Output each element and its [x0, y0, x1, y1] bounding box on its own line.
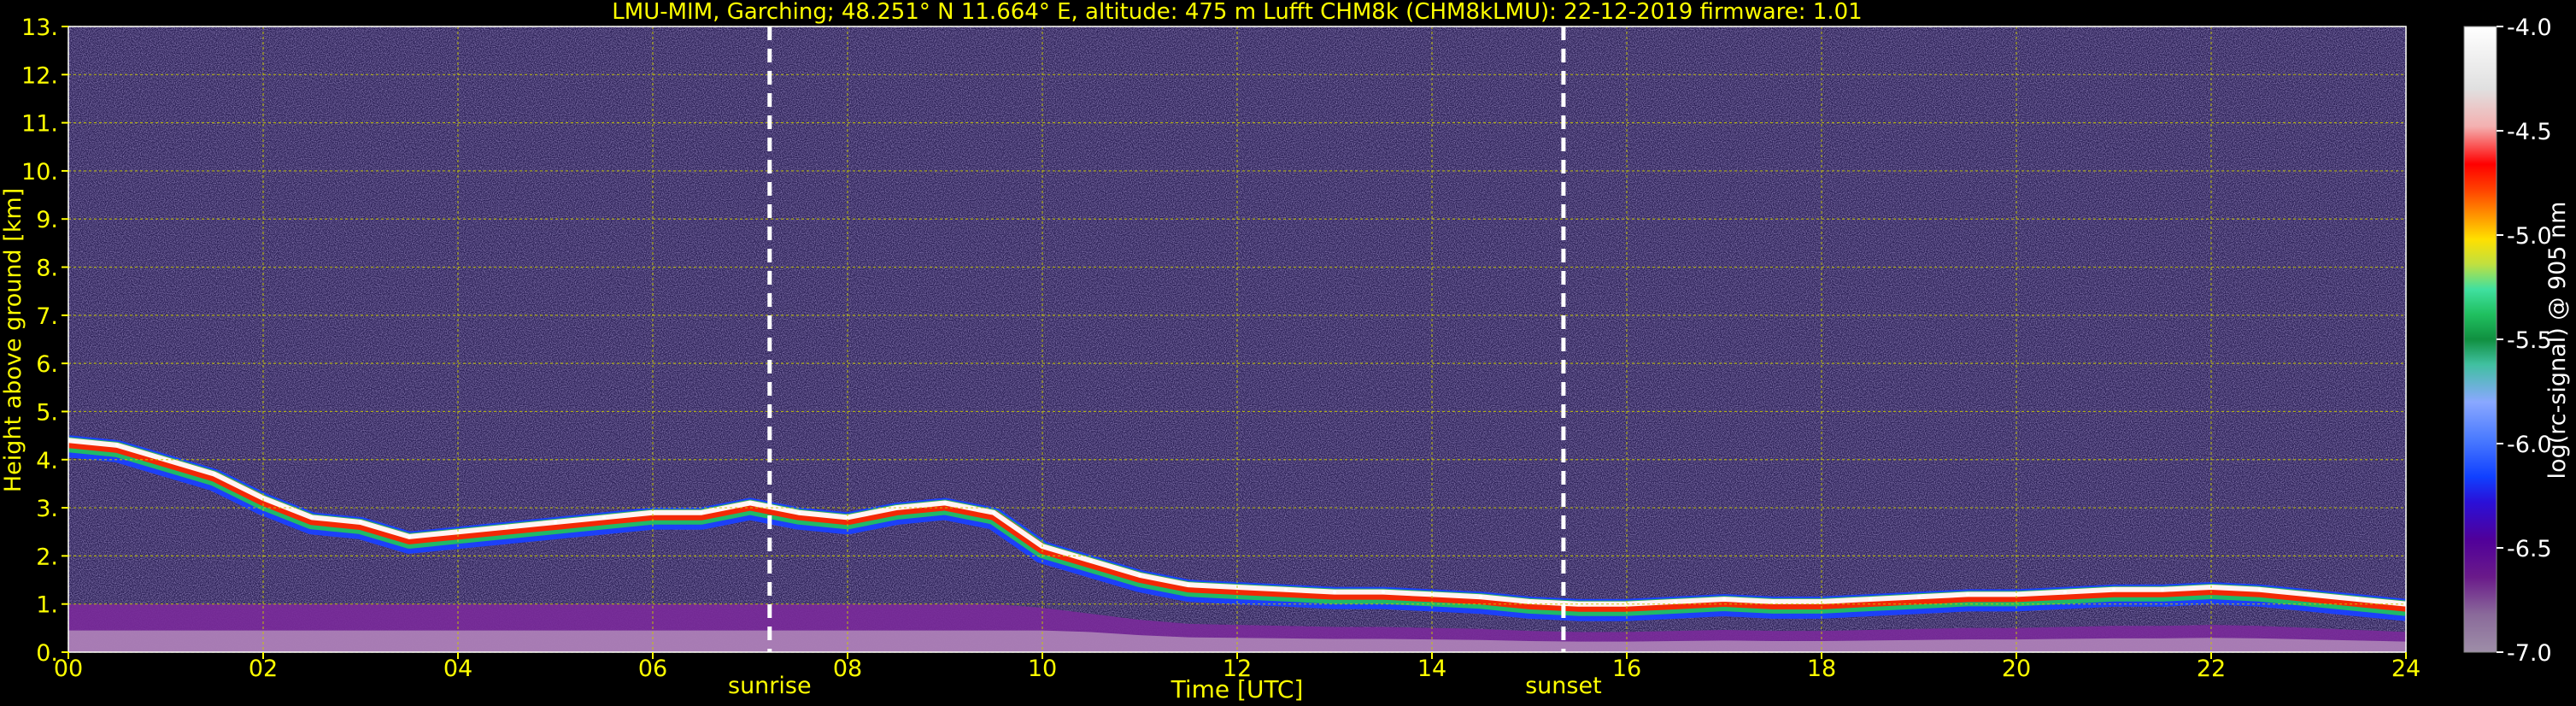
cloud-base-point	[1138, 573, 1141, 577]
cloud-base-point	[2112, 587, 2115, 591]
cloud-base-point	[115, 443, 119, 447]
cloud-base-point	[310, 515, 314, 520]
y-tick-label: 13.	[21, 15, 58, 41]
cloud-base-point	[992, 510, 995, 515]
colorbar-label: log(rc-signal) @ 905 nm	[2544, 202, 2571, 479]
cloud-base-point	[1528, 599, 1531, 603]
cloud-base-point	[1333, 590, 1336, 594]
y-tick-label: 8.	[36, 256, 58, 282]
cloud-base-point	[2015, 592, 2018, 597]
cloud-base-point	[1869, 597, 1872, 602]
colorbar-tick-label: -6.5	[2507, 536, 2552, 562]
cloud-base-point	[1771, 599, 1775, 603]
y-tick-label: 6.	[36, 351, 58, 378]
x-axis-label: Time [UTC]	[1171, 675, 1304, 703]
y-tick-label: 7.	[36, 303, 58, 330]
cloud-base-point	[700, 510, 703, 515]
cloud-base-point	[1187, 583, 1190, 587]
x-tick-label: 10	[1028, 656, 1057, 682]
x-tick-label: 22	[2197, 656, 2226, 682]
chart-title: LMU-MIM, Garching; 48.251° N 11.664° E, …	[612, 0, 1862, 25]
cloud-base-point	[1430, 592, 1434, 597]
y-tick-label: 5.	[36, 399, 58, 426]
y-tick-label: 10.	[21, 159, 58, 185]
cloud-base-point	[2307, 592, 2310, 597]
cloud-base-point	[2161, 587, 2164, 591]
cloud-base-point	[408, 534, 411, 538]
x-tick-label: 16	[1612, 656, 1641, 682]
colorbar-tick-label: -4.5	[2507, 119, 2552, 145]
cloud-base-point	[1382, 590, 1385, 594]
x-tick-label: 04	[443, 656, 472, 682]
cloud-base-point	[359, 520, 362, 524]
sunrise-label: sunrise	[728, 673, 812, 699]
cloud-base-point	[943, 501, 947, 505]
cloud-base-point	[748, 501, 752, 505]
y-tick-label: 0.	[36, 640, 58, 667]
cloud-base-point	[2258, 587, 2262, 591]
y-tick-label: 2.	[36, 544, 58, 570]
y-tick-label: 11.	[21, 111, 58, 138]
cloud-base-point	[505, 525, 508, 529]
cloud-base-point	[1479, 595, 1482, 599]
cloud-base-point	[1284, 587, 1288, 591]
cloud-base-point	[2356, 597, 2359, 602]
cloud-base-point	[1917, 595, 1921, 599]
y-axis-label: Height above ground [km]	[0, 188, 26, 492]
x-tick-label: 18	[1807, 656, 1836, 682]
cloud-base-point	[1674, 599, 1677, 603]
cloud-base-point	[1966, 592, 1969, 597]
cloud-base-point	[2063, 590, 2067, 594]
y-tick-label: 9.	[36, 207, 58, 233]
cloud-base-point	[797, 510, 801, 515]
cloud-base-point	[213, 472, 216, 476]
y-tick-label: 12.	[21, 62, 58, 89]
x-tick-label: 14	[1417, 656, 1446, 682]
colorbar-tick-label: -7.0	[2507, 640, 2552, 667]
x-tick-label: 06	[638, 656, 667, 682]
ceilometer-chart: sunrise sunset 00 02 04 06 08 10 12 14 16 18 20 22 24…	[0, 0, 2571, 703]
y-tick-label: 1.	[36, 592, 58, 619]
sunset-label: sunset	[1525, 673, 1602, 699]
cloud-base-point	[1089, 559, 1093, 563]
x-tick-label: 02	[249, 656, 278, 682]
y-tick-label: 3.	[36, 496, 58, 522]
x-tick-label: 20	[2002, 656, 2031, 682]
y-tick-label: 4.	[36, 448, 58, 474]
x-tick-label: 24	[2391, 656, 2421, 682]
colorbar-tick-label: -4.0	[2507, 15, 2552, 41]
colorbar: -7.0-6.5-6.0-5.5-5.0-4.5-4.0 log(rc-sign…	[2463, 15, 2571, 667]
colorbar-gradient	[2463, 26, 2497, 653]
cloud-base-point	[1722, 597, 1726, 602]
cloud-base-point	[554, 520, 557, 524]
cloud-base-point	[602, 515, 606, 520]
x-tick-label: 08	[833, 656, 862, 682]
